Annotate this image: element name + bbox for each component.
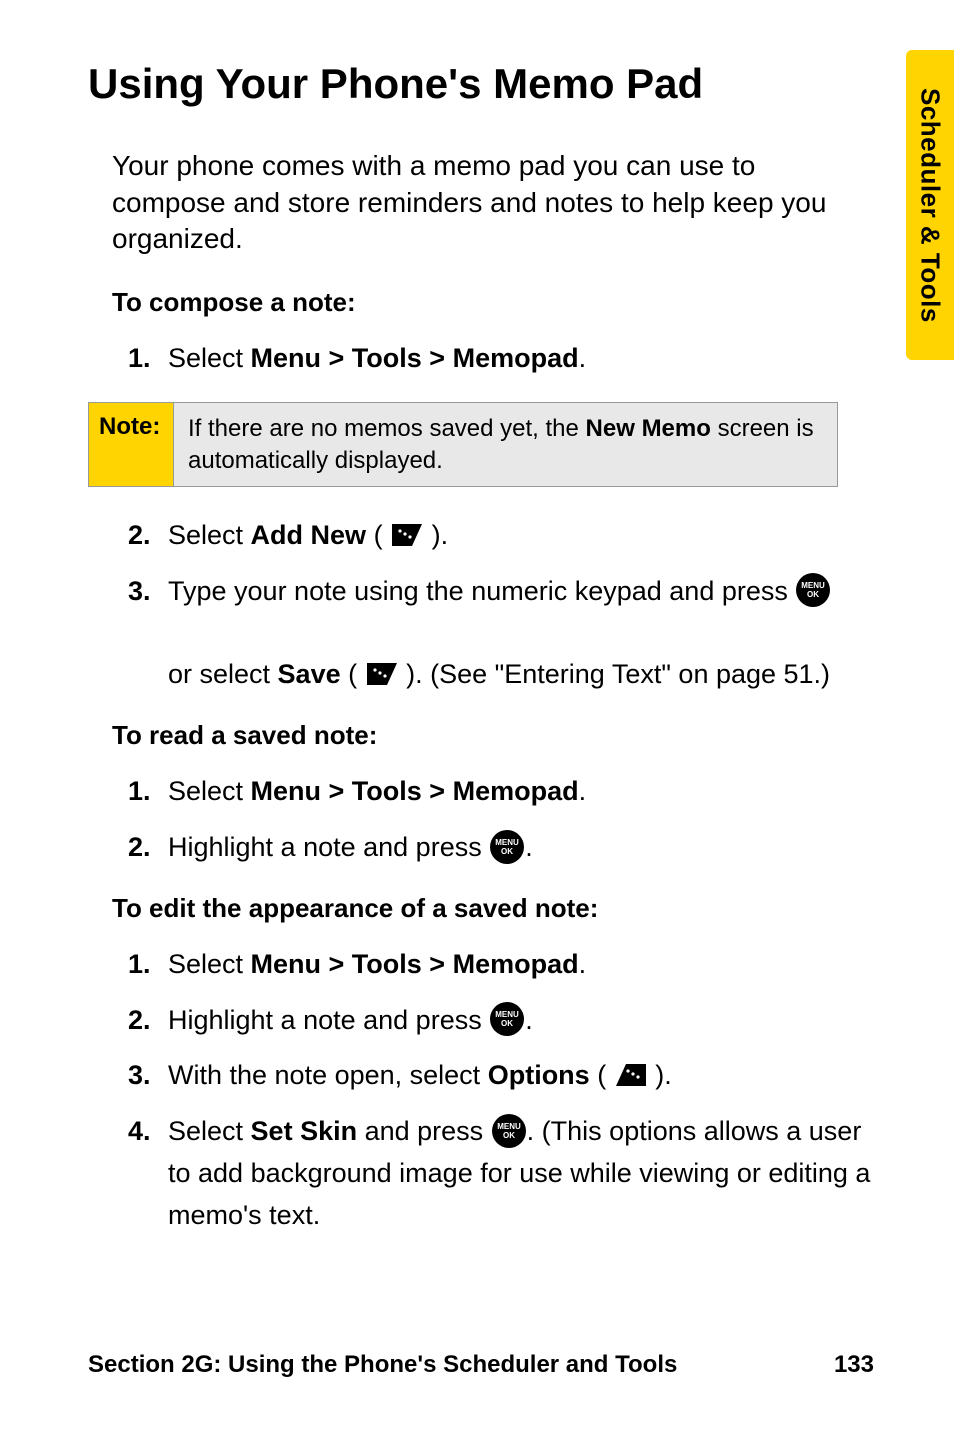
footer-section: Section 2G: Using the Phone's Scheduler … <box>88 1351 677 1379</box>
subhead-read: To read a saved note: <box>112 720 874 751</box>
edit-step1-path: Menu > Tools > Memopad <box>251 949 579 979</box>
note-box: Note: If there are no memos saved yet, t… <box>88 402 838 486</box>
note-label: Note: <box>89 403 174 485</box>
compose-step-2: Select Add New ( ). <box>128 515 874 557</box>
compose-step1-pre: Select <box>168 343 251 373</box>
read-step2-text: Highlight a note and press <box>168 832 489 862</box>
menu-ok-icon <box>491 1113 527 1149</box>
menu-ok-icon <box>795 572 831 608</box>
edit-step-4: Select Set Skin and press . (This option… <box>128 1111 874 1237</box>
steps-read: Select Menu > Tools > Memopad. Highlight… <box>88 771 874 869</box>
intro-paragraph: Your phone comes with a memo pad you can… <box>88 148 874 257</box>
read-step1-path: Menu > Tools > Memopad <box>251 776 579 806</box>
edit-step-1: Select Menu > Tools > Memopad. <box>128 944 874 986</box>
compose-step3-line2-post: . (See "Entering Text" on page 51.) <box>415 659 830 689</box>
left-softkey-icon <box>365 661 399 687</box>
steps-compose: Select Menu > Tools > Memopad. <box>88 338 874 380</box>
subhead-compose: To compose a note: <box>112 287 874 318</box>
read-step-1: Select Menu > Tools > Memopad. <box>128 771 874 813</box>
side-tab-label: Scheduler & Tools <box>915 88 946 323</box>
compose-step3-line2-bold: Save <box>278 659 341 689</box>
compose-step2-pre: Select <box>168 520 251 550</box>
document-page: Scheduler & Tools Using Your Phone's Mem… <box>0 0 954 1431</box>
footer-page-number: 133 <box>834 1351 874 1379</box>
compose-step-3: Type your note using the numeric keypad … <box>128 571 874 697</box>
left-softkey-icon <box>390 522 424 548</box>
edit-step3-pre: With the note open, select <box>168 1060 488 1090</box>
edit-step-2: Highlight a note and press . <box>128 1000 874 1042</box>
compose-step3-line1: Type your note using the numeric keypad … <box>168 576 795 606</box>
menu-ok-icon <box>489 1001 525 1037</box>
compose-step2-bold: Add New <box>251 520 367 550</box>
right-softkey-icon <box>614 1062 648 1088</box>
steps-compose-cont: Select Add New ( ). Type your note using… <box>88 515 874 696</box>
edit-step-3: With the note open, select Options ( ). <box>128 1055 874 1097</box>
compose-step1-path: Menu > Tools > Memopad <box>251 343 579 373</box>
note-pre: If there are no memos saved yet, the <box>188 415 586 442</box>
compose-step-1: Select Menu > Tools > Memopad. <box>128 338 874 380</box>
edit-step1-pre: Select <box>168 949 251 979</box>
read-step1-pre: Select <box>168 776 251 806</box>
page-title: Using Your Phone's Memo Pad <box>88 60 874 108</box>
edit-step4-pre: Select <box>168 1116 251 1146</box>
edit-step3-bold: Options <box>488 1060 590 1090</box>
note-body: If there are no memos saved yet, the New… <box>174 403 837 485</box>
read-step-2: Highlight a note and press . <box>128 827 874 869</box>
note-bold: New Memo <box>586 415 711 442</box>
edit-step4-bold: Set Skin <box>251 1116 358 1146</box>
menu-ok-icon <box>489 829 525 865</box>
compose-step3-line2-pre: or select <box>168 659 278 689</box>
page-footer: Section 2G: Using the Phone's Scheduler … <box>88 1351 874 1379</box>
side-tab: Scheduler & Tools <box>906 50 954 360</box>
edit-step4-mid: and press <box>357 1116 491 1146</box>
steps-edit: Select Menu > Tools > Memopad. Highlight… <box>88 944 874 1237</box>
edit-step2-text: Highlight a note and press <box>168 1005 489 1035</box>
subhead-edit: To edit the appearance of a saved note: <box>112 893 874 924</box>
